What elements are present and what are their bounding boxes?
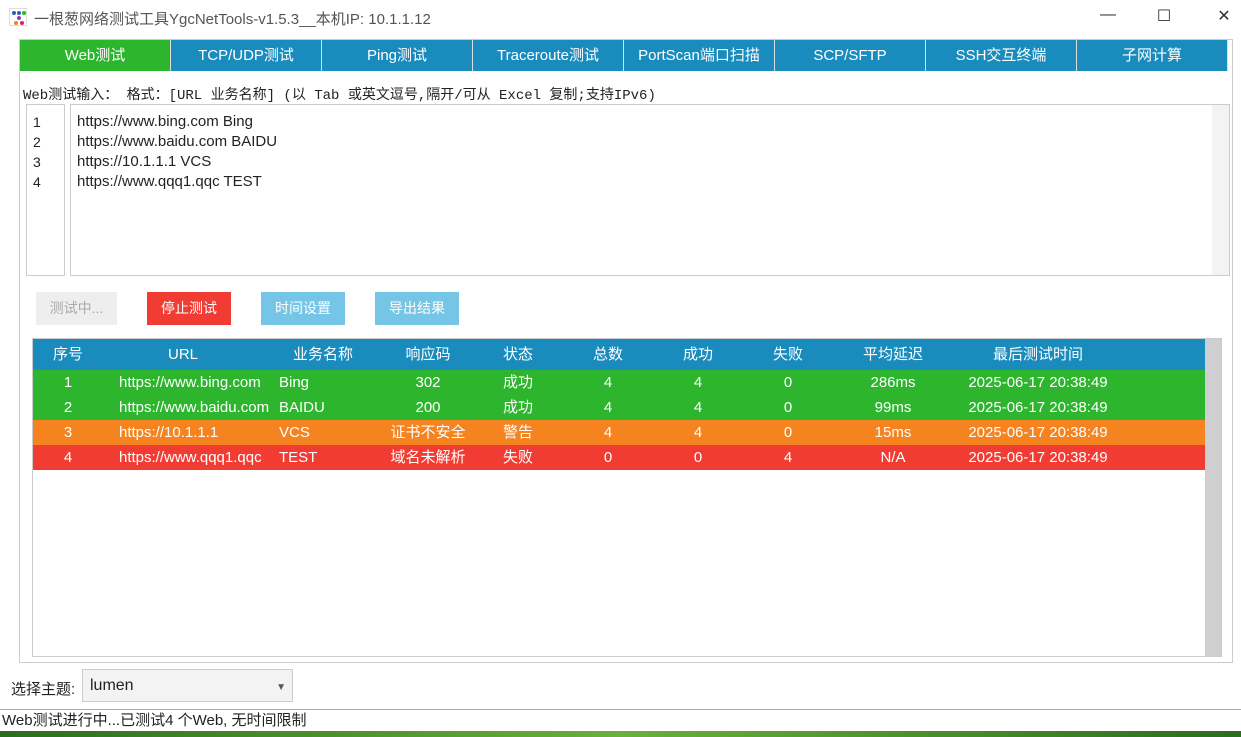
table-cell: 2025-06-17 20:38:49 <box>968 374 1108 391</box>
table-cell: VCS <box>279 424 310 441</box>
table-row[interactable]: 4 https://www.qqq1.qqc TEST 域名未解析 失败 0 0 4 N/A 20… <box>33 445 1221 470</box>
column-header[interactable]: 响应码 <box>383 339 473 370</box>
table-cell: 警告 <box>502 424 533 441</box>
export-results-button[interactable]: 导出结果 <box>375 292 459 325</box>
column-header[interactable]: 状态 <box>473 339 563 370</box>
editor-line: https://10.1.1.1 VCS <box>77 153 212 170</box>
table-cell: 0 <box>603 449 613 466</box>
table-cell: 证书不安全 <box>390 424 466 441</box>
close-button[interactable]: ✕ <box>1209 6 1239 26</box>
line-number: 2 <box>33 134 41 150</box>
table-cell: 失败 <box>502 449 533 466</box>
line-number: 1 <box>33 114 41 130</box>
table-cell: 0 <box>783 374 793 391</box>
line-number: 4 <box>33 174 41 190</box>
theme-label: 选择主题: <box>11 681 76 698</box>
stop-test-button[interactable]: 停止测试 <box>147 292 231 325</box>
table-cell: 0 <box>783 424 793 441</box>
table-cell: 15ms <box>874 424 912 441</box>
table-cell: 0 <box>693 449 703 466</box>
editor-scrollbar[interactable] <box>1212 105 1229 275</box>
desktop-background <box>0 731 1241 737</box>
table-row[interactable]: 2 https://www.baidu.com BAIDU 200 成功 4 4 0 99ms 2… <box>33 395 1221 420</box>
table-cell: 2025-06-17 20:38:49 <box>968 449 1108 466</box>
theme-select[interactable]: lumen ▼ <box>82 669 293 702</box>
table-header: 序号 URL 业务名称 响应码 状态 总数 成功 失败 平均延迟 最后测试时间 <box>33 339 1221 370</box>
minimize-button[interactable]: — <box>1093 6 1123 24</box>
table-cell: 4 <box>63 449 73 466</box>
line-number: 3 <box>33 154 41 170</box>
theme-value: lumen <box>90 677 134 694</box>
table-cell: https://10.1.1.1 <box>119 424 219 441</box>
table-cell: 4 <box>693 424 703 441</box>
table-cell: 200 <box>415 399 441 416</box>
column-header[interactable]: 序号 <box>33 339 103 370</box>
table-cell: 302 <box>415 374 441 391</box>
table-cell: 99ms <box>874 399 912 416</box>
table-row[interactable]: 3 https://10.1.1.1 VCS 证书不安全 警告 4 4 0 15ms 2025-0… <box>33 420 1221 445</box>
tab-scp-sftp[interactable]: SCP/SFTP <box>775 40 926 71</box>
tab-traceroute[interactable]: Traceroute测试 <box>473 40 624 71</box>
table-cell: 286ms <box>870 374 916 391</box>
column-header[interactable]: 失败 <box>743 339 833 370</box>
editor-line: https://www.qqq1.qqc TEST <box>77 173 262 190</box>
table-cell: https://www.bing.com <box>119 374 261 391</box>
input-hint: Web测试输入： 格式：[URL 业务名称] (以 Tab 或英文逗号,隔开/可… <box>23 88 656 104</box>
column-header[interactable]: URL <box>103 339 263 370</box>
tab-web[interactable]: Web测试 <box>20 40 171 71</box>
table-cell: 4 <box>603 374 613 391</box>
table-cell: 2025-06-17 20:38:49 <box>968 399 1108 416</box>
table-cell: 成功 <box>502 374 533 391</box>
table-cell: 0 <box>783 399 793 416</box>
column-header[interactable]: 平均延迟 <box>833 339 953 370</box>
table-cell: 4 <box>693 374 703 391</box>
column-header[interactable]: 业务名称 <box>263 339 383 370</box>
tab-portscan[interactable]: PortScan端口扫描 <box>624 40 775 71</box>
app-logo-icon <box>9 8 27 26</box>
maximize-button[interactable]: ☐ <box>1149 6 1179 26</box>
table-cell: Bing <box>279 374 310 391</box>
table-cell: https://www.qqq1.qqc <box>119 449 262 466</box>
table-cell: 1 <box>63 374 73 391</box>
time-settings-button[interactable]: 时间设置 <box>261 292 345 325</box>
window-title: 一根葱网络测试工具YgcNetTools-v1.5.3__本机IP: 10.1.… <box>34 11 431 28</box>
table-cell: 4 <box>603 424 613 441</box>
tab-ssh[interactable]: SSH交互终端 <box>926 40 1077 71</box>
table-cell: https://www.baidu.com <box>119 399 270 416</box>
url-input-editor[interactable]: https://www.bing.com Bing https://www.ba… <box>70 104 1230 276</box>
editor-line: https://www.bing.com Bing <box>77 113 253 130</box>
table-row[interactable]: 1 https://www.bing.com Bing 302 成功 4 4 0 286ms 20… <box>33 370 1221 395</box>
table-scrollbar[interactable] <box>1205 339 1221 656</box>
table-cell: 4 <box>693 399 703 416</box>
table-cell: N/A <box>880 449 906 466</box>
table-cell: 4 <box>783 449 793 466</box>
results-table: 序号 URL 业务名称 响应码 状态 总数 成功 失败 平均延迟 最后测试时间 1 https://… <box>32 338 1222 657</box>
column-header[interactable]: 最后测试时间 <box>953 339 1123 370</box>
column-header[interactable]: 总数 <box>563 339 653 370</box>
table-cell: 成功 <box>502 399 533 416</box>
table-cell: TEST <box>279 449 318 466</box>
testing-button[interactable]: 测试中... <box>36 292 117 325</box>
table-cell: 3 <box>63 424 73 441</box>
editor-line: https://www.baidu.com BAIDU <box>77 133 278 150</box>
table-cell: 4 <box>603 399 613 416</box>
table-cell: 2 <box>63 399 73 416</box>
chevron-down-icon: ▼ <box>276 682 286 693</box>
line-numbers: 1 2 3 4 <box>26 104 65 276</box>
tab-tcp-udp[interactable]: TCP/UDP测试 <box>171 40 322 71</box>
table-cell: BAIDU <box>279 399 325 416</box>
tab-subnet[interactable]: 子网计算 <box>1077 40 1228 71</box>
table-cell: 域名未解析 <box>390 449 466 466</box>
table-cell: 2025-06-17 20:38:49 <box>968 424 1108 441</box>
tab-bar: Web测试 TCP/UDP测试 Ping测试 Traceroute测试 Port… <box>20 40 1228 71</box>
column-header[interactable]: 成功 <box>653 339 743 370</box>
tab-ping[interactable]: Ping测试 <box>322 40 473 71</box>
status-bar: Web测试进行中...已测试4 个Web, 无时间限制 <box>0 709 1241 731</box>
